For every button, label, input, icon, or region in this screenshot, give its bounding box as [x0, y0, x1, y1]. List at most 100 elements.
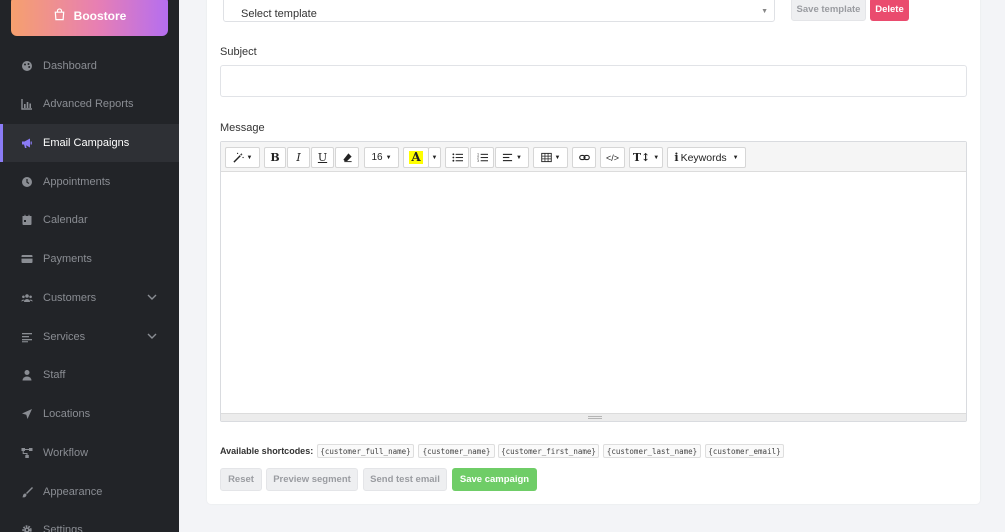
sidebar-item-locations[interactable]: Locations: [0, 395, 179, 433]
text-color-button[interactable]: A: [403, 147, 429, 168]
text-height-dropdown[interactable]: T↕ ▼: [629, 147, 663, 168]
megaphone-icon: [21, 137, 33, 149]
caret-down-icon: ▼: [246, 154, 253, 161]
credit-card-icon: [21, 253, 33, 265]
users-icon: [21, 292, 33, 304]
editor-resize-handle[interactable]: [221, 413, 966, 421]
sidebar-item-appearance[interactable]: Appearance: [0, 473, 179, 511]
caret-down-icon: ▼: [554, 154, 561, 161]
palette-icon: [21, 60, 33, 72]
reset-button[interactable]: Reset: [220, 468, 262, 491]
sidebar-item-label: Advanced Reports: [43, 98, 134, 110]
ordered-list-icon: 123: [477, 152, 488, 163]
shortcode-chip[interactable]: {customer_full_name}: [317, 444, 414, 458]
color-dropdown[interactable]: ▼: [428, 147, 441, 168]
chevron-down-icon: [147, 333, 157, 339]
link-button[interactable]: [572, 147, 596, 168]
sidebar-item-services[interactable]: Services: [0, 318, 179, 356]
caret-down-icon: ▼: [732, 154, 739, 161]
caret-down-icon: ▼: [516, 154, 522, 161]
caret-down-icon: ▼: [761, 8, 768, 15]
sidebar-item-customers[interactable]: Customers: [0, 279, 179, 317]
bullet-list-button[interactable]: [445, 147, 469, 168]
underline-button[interactable]: U: [311, 147, 334, 168]
sidebar-item-label: Locations: [43, 408, 91, 420]
font-size-dropdown[interactable]: 16 ▼: [364, 147, 399, 168]
svg-text:3: 3: [477, 159, 479, 163]
font-size-value: 16: [371, 152, 383, 163]
template-select-value: Select template: [241, 8, 317, 20]
delete-template-button[interactable]: Delete: [870, 0, 909, 21]
brand-name: Boostore: [73, 9, 127, 23]
save-template-button[interactable]: Save template: [791, 0, 866, 21]
shortcode-chip[interactable]: {customer_first_name}: [498, 444, 599, 458]
sidebar-item-workflow[interactable]: Workflow: [0, 434, 179, 472]
resize-grip-icon: [588, 416, 602, 419]
sidebar-item-dashboard[interactable]: Dashboard: [0, 47, 179, 85]
message-editor: ▼ B I U 16 ▼ A ▼ 123 ▼ ▼ </> T↕ ▼ i Keyw…: [220, 141, 967, 422]
caret-down-icon: ▼: [431, 154, 438, 161]
sidebar-item-label: Settings: [43, 524, 83, 532]
subject-label: Subject: [220, 46, 257, 58]
sidebar-item-label: Dashboard: [43, 60, 97, 72]
italic-button[interactable]: I: [287, 147, 310, 168]
keywords-dropdown[interactable]: i Keywords ▼: [667, 147, 746, 168]
template-select[interactable]: Select template ▼: [223, 0, 775, 22]
numbered-list-button[interactable]: 123: [470, 147, 494, 168]
shopping-bag-icon: [53, 8, 66, 24]
sidebar-item-label: Appointments: [43, 176, 111, 188]
link-icon: [578, 154, 590, 161]
text-height-icon: T↕: [632, 151, 651, 164]
shortcode-chip[interactable]: {customer_email}: [705, 444, 784, 458]
preview-segment-button[interactable]: Preview segment: [266, 468, 358, 491]
text-color-icon: A: [409, 150, 423, 164]
chart-icon: [21, 98, 33, 110]
code-view-button[interactable]: </>: [600, 147, 625, 168]
table-icon: [540, 152, 552, 163]
sidebar-item-label: Calendar: [43, 214, 88, 226]
save-campaign-button[interactable]: Save campaign: [452, 468, 537, 491]
sidebar-item-email-campaigns[interactable]: Email Campaigns: [0, 124, 179, 162]
sidebar: Boostore Dashboard Advanced Reports Emai…: [0, 0, 179, 532]
sidebar-item-payments[interactable]: Payments: [0, 240, 179, 278]
brush-icon: [21, 486, 33, 498]
shortcodes-label: Available shortcodes:: [220, 446, 314, 456]
sidebar-item-label: Payments: [43, 253, 92, 265]
bold-button[interactable]: B: [264, 147, 286, 168]
sidebar-item-advanced-reports[interactable]: Advanced Reports: [0, 85, 179, 123]
sidebar-item-appointments[interactable]: Appointments: [0, 163, 179, 201]
caret-down-icon: ▼: [385, 154, 392, 161]
table-dropdown[interactable]: ▼: [533, 147, 568, 168]
shortcode-chip[interactable]: {customer_last_name}: [603, 444, 701, 458]
clock-icon: [21, 176, 33, 188]
workflow-icon: [21, 447, 33, 459]
style-dropdown[interactable]: ▼: [225, 147, 260, 168]
clear-format-button[interactable]: [335, 147, 359, 168]
align-left-icon: [502, 153, 513, 162]
chevron-down-icon: [147, 294, 157, 300]
gear-icon: [21, 524, 33, 532]
location-arrow-icon: [21, 408, 33, 420]
message-label: Message: [220, 122, 265, 134]
shortcode-chip[interactable]: {customer_name}: [418, 444, 495, 458]
brand-button[interactable]: Boostore: [11, 0, 168, 36]
subject-input[interactable]: [220, 65, 967, 97]
sidebar-item-label: Workflow: [43, 447, 89, 459]
sidebar-item-settings[interactable]: Settings: [0, 511, 179, 532]
list-icon: [21, 331, 33, 343]
sidebar-item-label: Customers: [43, 292, 97, 304]
sidebar-item-label: Appearance: [43, 486, 103, 498]
eraser-icon: [342, 153, 352, 163]
keywords-label: Keywords: [680, 151, 727, 164]
caret-down-icon: ▼: [653, 154, 660, 161]
editor-toolbar: ▼ B I U 16 ▼ A ▼ 123 ▼ ▼ </> T↕ ▼ i Keyw…: [221, 142, 966, 172]
magic-wand-icon: [232, 152, 244, 163]
paragraph-align-dropdown[interactable]: ▼: [495, 147, 529, 168]
sidebar-item-label: Services: [43, 331, 86, 343]
sidebar-item-calendar[interactable]: Calendar: [0, 201, 179, 239]
sidebar-item-staff[interactable]: Staff: [0, 356, 179, 394]
code-icon: </>: [605, 152, 619, 163]
unordered-list-icon: [451, 153, 463, 162]
send-test-email-button[interactable]: Send test email: [363, 468, 447, 491]
message-body-input[interactable]: [221, 172, 966, 414]
